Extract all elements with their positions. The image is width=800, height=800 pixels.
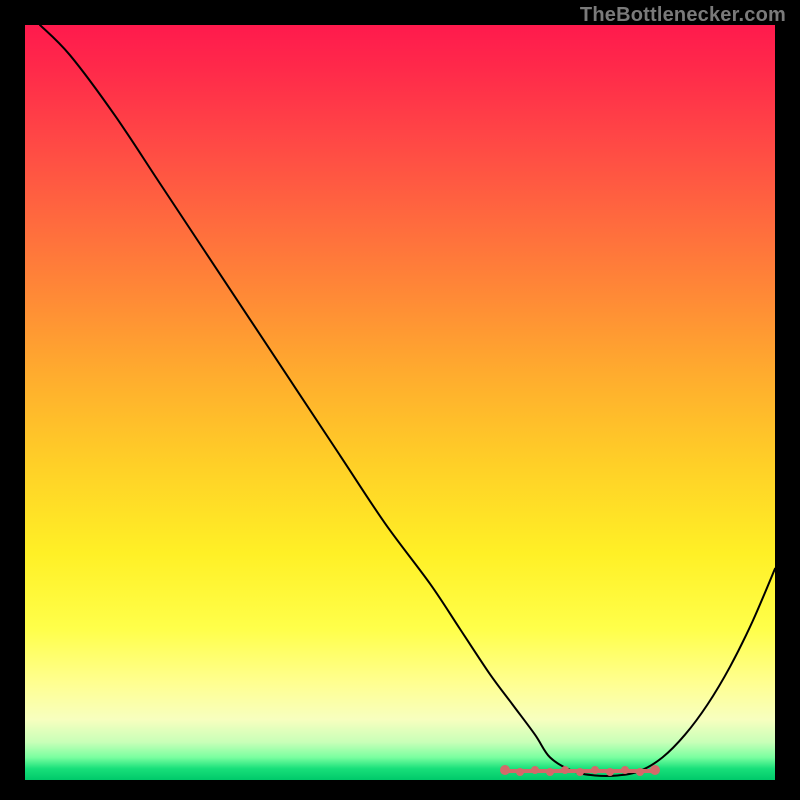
plot-area — [25, 25, 775, 780]
chart-stage: TheBottlenecker.com — [0, 0, 800, 800]
trough-marker — [591, 766, 599, 774]
trough-marker — [500, 765, 510, 775]
trough-marker — [546, 768, 554, 776]
optimal-range-markers — [500, 765, 660, 776]
trough-marker — [576, 768, 584, 776]
trough-marker — [561, 766, 569, 774]
attribution-label: TheBottlenecker.com — [580, 4, 786, 27]
curve-layer — [25, 25, 775, 780]
trough-marker — [606, 768, 614, 776]
bottleneck-curve — [40, 25, 775, 776]
trough-marker — [650, 765, 660, 775]
trough-marker — [531, 766, 539, 774]
trough-marker — [621, 766, 629, 774]
trough-marker — [636, 768, 644, 776]
trough-marker — [516, 768, 524, 776]
